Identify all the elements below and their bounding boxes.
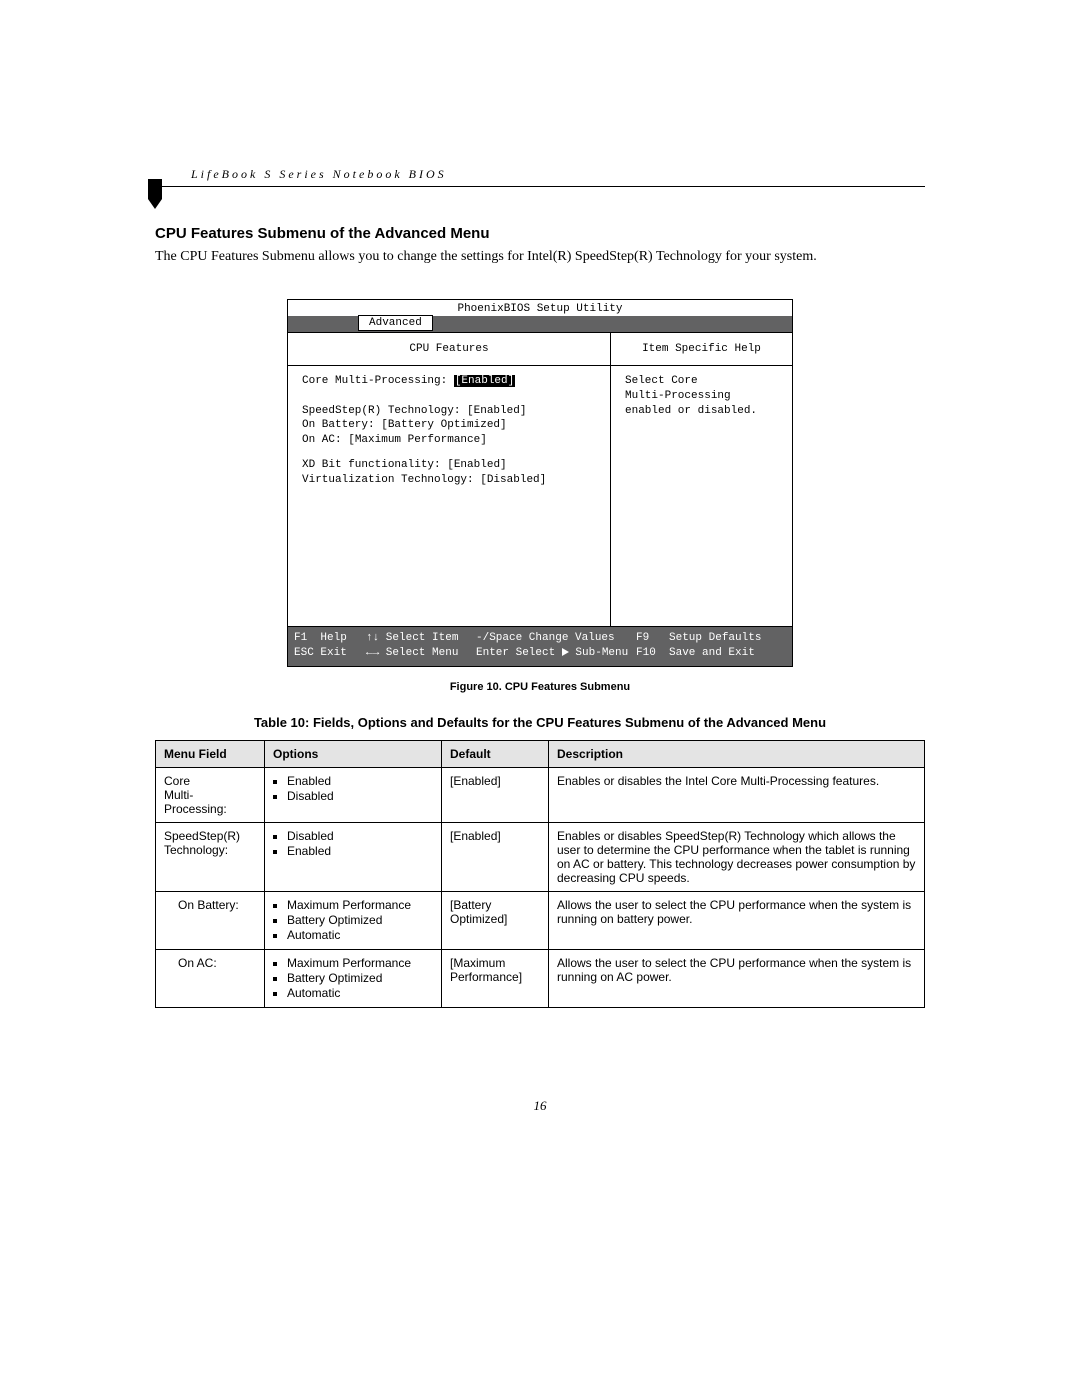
option-item: Enabled xyxy=(287,844,433,858)
cell-default: [Maximum Performance] xyxy=(442,949,549,1007)
bios-setting-row[interactable]: SpeedStep(R) Technology: [Enabled] xyxy=(302,404,598,419)
cell-options: EnabledDisabled xyxy=(265,767,442,822)
bios-left-title: CPU Features xyxy=(288,333,610,366)
cell-default: [Enabled] xyxy=(442,822,549,891)
intro-text: The CPU Features Submenu allows you to c… xyxy=(155,248,925,267)
option-item: Battery Optimized xyxy=(287,971,433,985)
bios-help-text: Select Core Multi-Processing enabled or … xyxy=(611,366,792,626)
bios-setting-row[interactable]: XD Bit functionality: [Enabled] xyxy=(302,458,598,473)
spec-table: Menu FieldOptionsDefaultDescription Core… xyxy=(155,740,925,1008)
cell-default: [Enabled] xyxy=(442,767,549,822)
option-item: Disabled xyxy=(287,829,433,843)
bios-setting-row[interactable]: On Battery: [Battery Optimized] xyxy=(302,418,598,433)
bios-setting-value[interactable]: [Enabled] xyxy=(447,459,506,471)
bios-utility: PhoenixBIOS Setup Utility Advanced CPU F… xyxy=(287,299,793,667)
bios-help-panel: Item Specific Help Select Core Multi-Pro… xyxy=(611,333,792,626)
page-number: 16 xyxy=(155,1098,925,1114)
bios-setting-value[interactable]: [Maximum Performance] xyxy=(348,434,487,446)
cell-description: Enables or disables the Intel Core Multi… xyxy=(549,767,925,822)
running-header: LifeBook S Series Notebook BIOS xyxy=(155,165,925,187)
table-header: Options xyxy=(265,740,442,767)
table-row: Core Multi-Processing:EnabledDisabled[En… xyxy=(156,767,925,822)
option-item: Maximum Performance xyxy=(287,956,433,970)
page: LifeBook S Series Notebook BIOS CPU Feat… xyxy=(155,165,925,1114)
cell-default: [Battery Optimized] xyxy=(442,891,549,949)
cell-field: SpeedStep(R) Technology: xyxy=(156,822,265,891)
table-row: On AC:Maximum PerformanceBattery Optimiz… xyxy=(156,949,925,1007)
bios-setting-row[interactable]: On AC: [Maximum Performance] xyxy=(302,433,598,448)
cell-field: On AC: xyxy=(156,949,265,1007)
section-title: CPU Features Submenu of the Advanced Men… xyxy=(155,225,925,242)
cell-options: Maximum PerformanceBattery OptimizedAuto… xyxy=(265,949,442,1007)
bios-setting-value[interactable]: [Disabled] xyxy=(480,474,546,486)
table-row: On Battery:Maximum PerformanceBattery Op… xyxy=(156,891,925,949)
option-item: Maximum Performance xyxy=(287,898,433,912)
bios-footer: F1 Help↑↓ Select Item-/Space Change Valu… xyxy=(288,627,792,666)
option-item: Disabled xyxy=(287,789,433,803)
bios-left-panel: CPU Features Core Multi-Processing: [Ena… xyxy=(288,333,611,626)
table-row: SpeedStep(R) Technology:DisabledEnabled[… xyxy=(156,822,925,891)
table-header: Menu Field xyxy=(156,740,265,767)
bios-setting-value[interactable]: [Enabled] xyxy=(454,375,515,387)
cell-options: Maximum PerformanceBattery OptimizedAuto… xyxy=(265,891,442,949)
table-header: Default xyxy=(442,740,549,767)
header-mark-icon xyxy=(145,179,165,214)
cell-description: Allows the user to select the CPU perfor… xyxy=(549,891,925,949)
cell-field: On Battery: xyxy=(156,891,265,949)
option-item: Automatic xyxy=(287,986,433,1000)
figure-caption: Figure 10. CPU Features Submenu xyxy=(155,681,925,693)
bios-help-title: Item Specific Help xyxy=(611,333,792,366)
bios-setting-value[interactable]: [Battery Optimized] xyxy=(381,419,506,431)
bios-menu-bar: Advanced xyxy=(288,316,792,333)
bios-setting-row[interactable]: Virtualization Technology: [Disabled] xyxy=(302,473,598,488)
bios-title: PhoenixBIOS Setup Utility xyxy=(288,300,792,316)
option-item: Automatic xyxy=(287,928,433,942)
bios-setting-row[interactable]: Core Multi-Processing: [Enabled] xyxy=(302,374,598,389)
cell-options: DisabledEnabled xyxy=(265,822,442,891)
bios-setting-value[interactable]: [Enabled] xyxy=(467,405,526,417)
option-item: Battery Optimized xyxy=(287,913,433,927)
table-header: Description xyxy=(549,740,925,767)
bios-settings: Core Multi-Processing: [Enabled] SpeedSte… xyxy=(288,366,610,626)
table-caption: Table 10: Fields, Options and Defaults f… xyxy=(155,715,925,730)
cell-field: Core Multi-Processing: xyxy=(156,767,265,822)
tab-advanced[interactable]: Advanced xyxy=(358,315,433,331)
cell-description: Enables or disables SpeedStep(R) Technol… xyxy=(549,822,925,891)
option-item: Enabled xyxy=(287,774,433,788)
cell-description: Allows the user to select the CPU perfor… xyxy=(549,949,925,1007)
header-text: LifeBook S Series Notebook BIOS xyxy=(191,167,447,181)
